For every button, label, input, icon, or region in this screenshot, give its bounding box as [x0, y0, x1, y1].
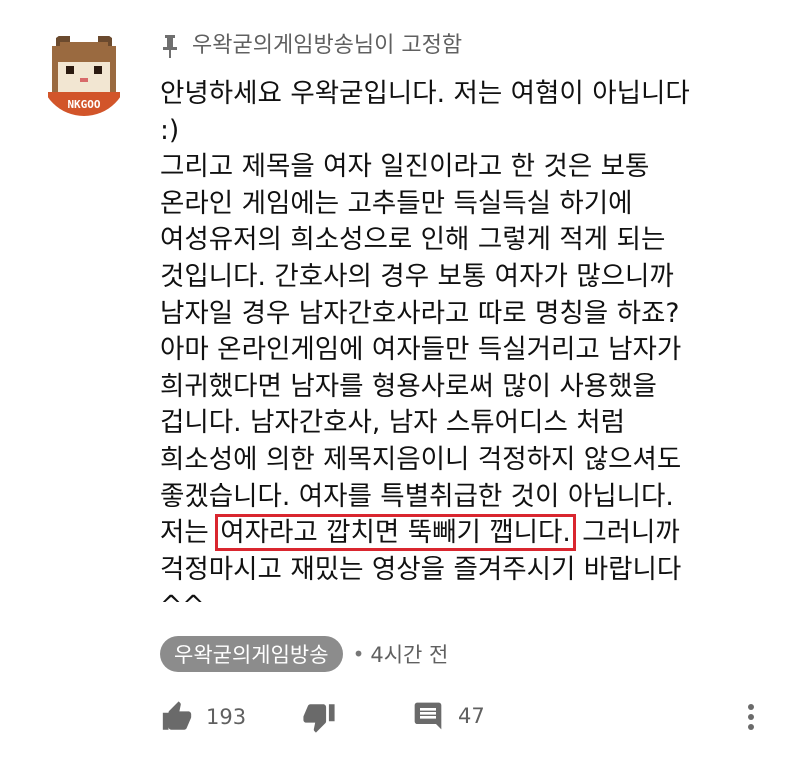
comment-line: 겁니다. 남자간호사, 남자 스튜어디스 처럼: [160, 407, 626, 439]
comment-line-highlight: 저는 여자라고 깝치면 뚝빼기 깹니다. 그러니까: [160, 514, 760, 552]
comment-body: 안녕하세요 우왁굳입니다. 저는 여혐이 아닙니다 :) 그리고 제목을 여자 …: [160, 76, 760, 625]
comment-time[interactable]: 4시간 전: [370, 639, 448, 669]
comment-line: 희소성에 의한 제목지음이니 걱정하지 않으셔도: [160, 443, 682, 475]
author-chip[interactable]: 우왁굳의게임방송: [160, 636, 343, 672]
comment-line: ^^: [160, 590, 205, 622]
comment-line: 좋겠습니다. 여자를 특별취급한 것이 아닙니다.: [160, 480, 674, 512]
like-count: 193: [206, 705, 247, 729]
pin-icon: [160, 33, 180, 59]
comment-line: :): [160, 114, 180, 146]
more-vert-icon: [746, 700, 756, 734]
highlighted-phrase: 여자라고 깝치면 뚝빼기 깹니다.: [215, 514, 576, 552]
thumbs-up-icon: [160, 700, 194, 734]
pinned-label-row: 우왁굳의게임방송님이 고정함: [160, 31, 462, 61]
comment-icon: [412, 700, 444, 732]
comment-line: 안녕하세요 우왁굳입니다. 저는 여혐이 아닙니다: [160, 78, 690, 109]
more-options-button[interactable]: [746, 700, 756, 734]
comment-line: 그리고 제목을 여자 일진이라고 한 것은 보통: [160, 151, 650, 183]
comment-actions: 193 47: [160, 700, 780, 744]
comment-meta: 우왁굳의게임방송 • 4시간 전: [160, 636, 448, 672]
dislike-button[interactable]: [302, 700, 336, 734]
comment-line: 남자일 경우 남자간호사라고 따로 명칭을 하죠?: [160, 297, 680, 329]
reply-count: 47: [458, 704, 485, 728]
meta-separator: •: [352, 642, 365, 666]
comment-line: 희귀했다면 남자를 형용사로써 많이 사용했을: [160, 370, 657, 402]
pinned-label: 우왁굳의게임방송님이 고정함: [192, 33, 463, 58]
comment-text-after-highlight: 그러니까: [573, 517, 680, 549]
comment-line: 여성유저의 희소성으로 인해 그렇게 적게 되는: [160, 224, 666, 256]
comment-line: 걱정마시고 재밌는 영상을 즐겨주시기 바랍니다: [160, 553, 682, 585]
comment-text-before-highlight: 저는: [160, 517, 218, 549]
like-button[interactable]: 193: [160, 700, 246, 734]
avatar-image: NKGOO: [40, 28, 128, 116]
comment-line: 것입니다. 간호사의 경우 보통 여자가 많으니까: [160, 260, 674, 292]
thumbs-down-icon: [302, 700, 336, 734]
avatar[interactable]: NKGOO: [40, 28, 128, 116]
comment-line: 온라인 게임에는 고추들만 득실득실 하기에: [160, 187, 633, 219]
reply-button[interactable]: 47: [412, 700, 485, 732]
avatar-badge-text: NKGOO: [67, 98, 100, 111]
comment-line: 아마 온라인게임에 여자들만 득실거리고 남자가: [160, 334, 682, 366]
